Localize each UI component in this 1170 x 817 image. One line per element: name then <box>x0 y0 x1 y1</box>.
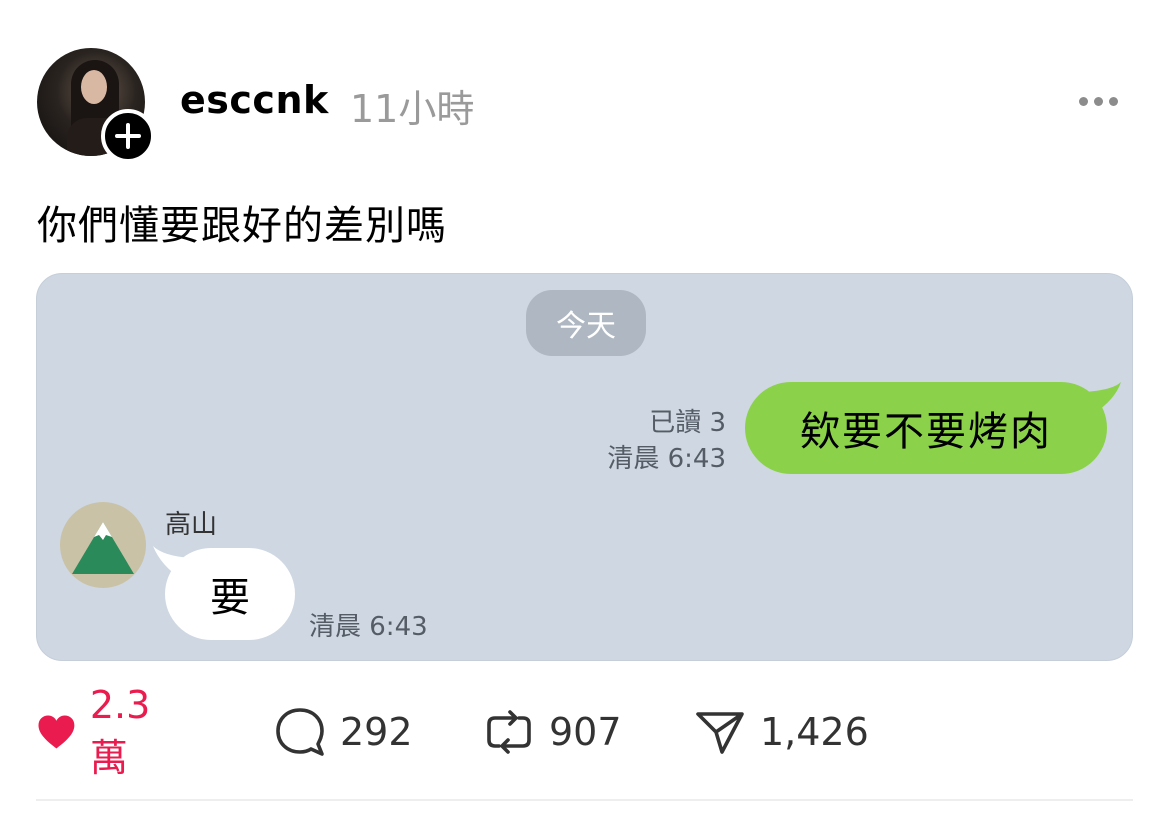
plus-icon <box>115 123 141 149</box>
comment-count: 292 <box>340 710 413 754</box>
post-divider <box>36 799 1133 801</box>
contact-avatar <box>60 502 146 588</box>
post-text: 你們懂要跟好的差別嗎 <box>37 203 447 249</box>
date-separator: 今天 <box>526 290 646 356</box>
share-button[interactable]: 1,426 <box>694 706 869 758</box>
received-message-bubble: 要 <box>165 548 295 640</box>
post-timestamp: 11小時 <box>350 87 475 131</box>
like-button[interactable]: 2.3萬 <box>37 683 163 780</box>
repost-count: 907 <box>549 710 622 754</box>
repost-icon <box>487 710 531 754</box>
comment-icon <box>276 708 324 756</box>
send-icon <box>696 712 744 754</box>
avatar-face <box>81 70 107 104</box>
more-options-button[interactable] <box>1079 92 1123 110</box>
heart-icon <box>38 715 75 749</box>
sent-message-time: 清晨 6:43 <box>607 444 726 474</box>
comment-button[interactable]: 292 <box>274 706 413 758</box>
ellipsis-icon <box>1109 96 1118 106</box>
ellipsis-icon <box>1094 96 1103 106</box>
received-message-time: 清晨 6:43 <box>309 612 428 642</box>
chat-screenshot[interactable]: 今天 已讀 3 清晨 6:43 欸要不要烤肉 高山 要 清晨 6:43 <box>36 273 1133 661</box>
follow-button[interactable] <box>101 109 155 163</box>
like-count: 2.3萬 <box>89 682 151 780</box>
repost-button[interactable]: 907 <box>483 706 622 758</box>
read-receipt: 已讀 3 <box>649 408 726 438</box>
contact-name: 高山 <box>165 510 218 540</box>
author-username[interactable]: esccnk <box>180 78 329 122</box>
sent-message-bubble: 欸要不要烤肉 <box>745 382 1107 474</box>
ellipsis-icon <box>1079 96 1088 106</box>
share-count: 1,426 <box>760 710 869 754</box>
mountain-icon <box>72 522 134 574</box>
